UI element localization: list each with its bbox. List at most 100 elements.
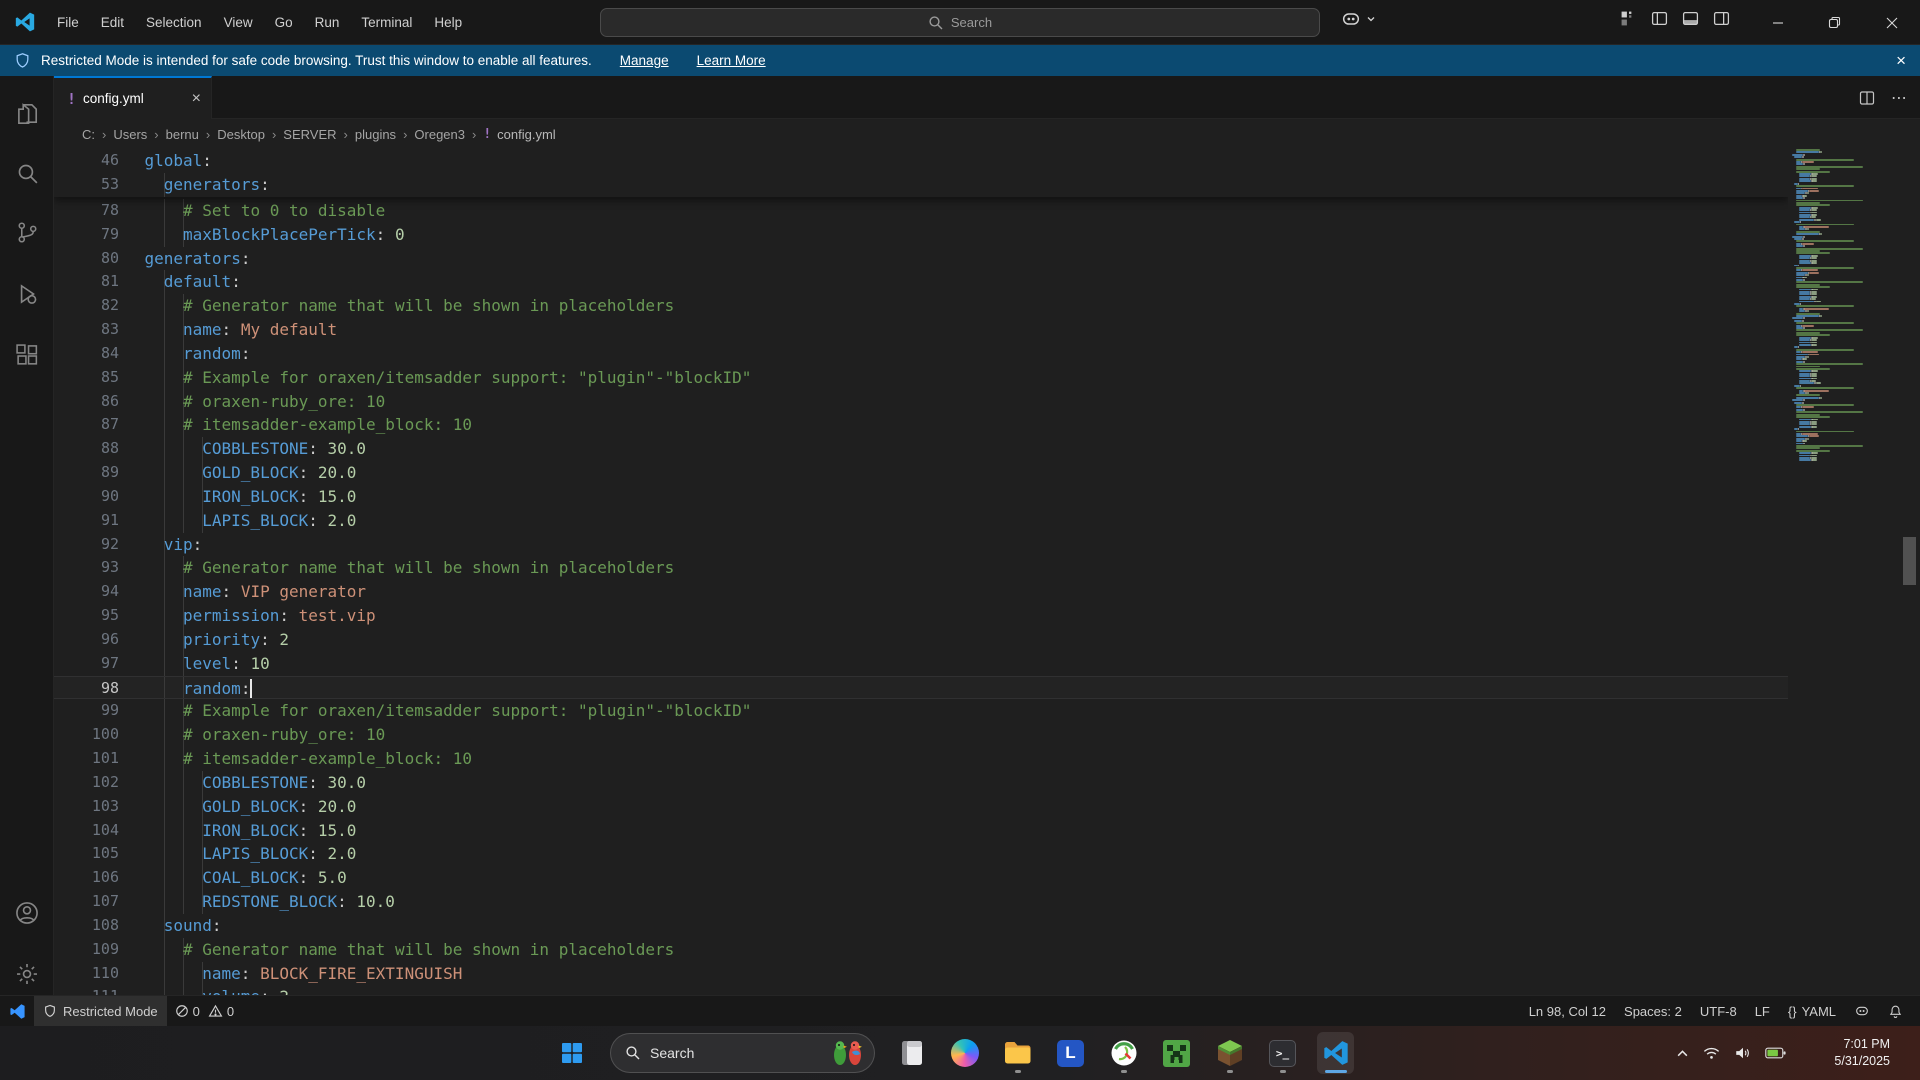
minimap[interactable] bbox=[1788, 149, 1898, 995]
code-line[interactable]: 82# Generator name that will be shown in… bbox=[54, 294, 1788, 318]
menu-terminal[interactable]: Terminal bbox=[350, 0, 423, 45]
menu-run[interactable]: Run bbox=[304, 0, 351, 45]
line-number[interactable]: 87 bbox=[54, 413, 119, 437]
line-number[interactable]: 90 bbox=[54, 485, 119, 509]
indentation-status[interactable]: Spaces: 2 bbox=[1615, 996, 1691, 1026]
line-number[interactable]: 110 bbox=[54, 962, 119, 986]
problems-status[interactable]: 0 0 bbox=[167, 996, 242, 1026]
line-number[interactable]: 102 bbox=[54, 771, 119, 795]
line-number[interactable]: 92 bbox=[54, 533, 119, 557]
code-line[interactable]: 89GOLD_BLOCK: 20.0 bbox=[54, 461, 1788, 485]
file-explorer-icon[interactable] bbox=[999, 1032, 1036, 1074]
code-line[interactable]: 53generators: bbox=[54, 173, 1788, 197]
line-number[interactable]: 81 bbox=[54, 270, 119, 294]
banner-close-icon[interactable]: × bbox=[1896, 51, 1906, 71]
source-control-icon[interactable] bbox=[0, 212, 54, 252]
tab-close-icon[interactable]: × bbox=[192, 91, 201, 107]
notes-app-icon[interactable] bbox=[893, 1032, 930, 1074]
code-line[interactable]: 85# Example for oraxen/itemsadder suppor… bbox=[54, 366, 1788, 390]
account-icon[interactable] bbox=[0, 893, 54, 933]
code-line[interactable]: 101# itemsadder-example_block: 10 bbox=[54, 747, 1788, 771]
breadcrumb-file[interactable]: config.yml bbox=[497, 127, 556, 142]
restricted-mode-status[interactable]: Restricted Mode bbox=[34, 996, 167, 1026]
code-line[interactable]: 92vip: bbox=[54, 533, 1788, 557]
line-number[interactable]: 53 bbox=[54, 173, 119, 197]
wifi-icon[interactable] bbox=[1702, 1045, 1721, 1061]
line-number[interactable]: 91 bbox=[54, 509, 119, 533]
code-line[interactable]: 84random: bbox=[54, 342, 1788, 366]
media-app-icon[interactable] bbox=[1105, 1032, 1142, 1074]
code-line[interactable]: 107REDSTONE_BLOCK: 10.0 bbox=[54, 890, 1788, 914]
line-number[interactable]: 106 bbox=[54, 866, 119, 890]
copilot-menu[interactable] bbox=[1340, 8, 1376, 30]
line-number[interactable]: 79 bbox=[54, 223, 119, 247]
menu-go[interactable]: Go bbox=[264, 0, 304, 45]
code-line[interactable]: 98random: bbox=[54, 676, 1788, 700]
learn-more-link[interactable]: Learn More bbox=[697, 53, 766, 68]
line-number[interactable]: 85 bbox=[54, 366, 119, 390]
line-number[interactable]: 80 bbox=[54, 247, 119, 271]
menu-selection[interactable]: Selection bbox=[135, 0, 213, 45]
copilot-app-icon[interactable] bbox=[946, 1032, 983, 1074]
line-number[interactable]: 89 bbox=[54, 461, 119, 485]
line-number[interactable]: 108 bbox=[54, 914, 119, 938]
code-editor[interactable]: 78# Set to 0 to disable79maxBlockPlacePe… bbox=[54, 149, 1788, 995]
explorer-icon[interactable] bbox=[0, 94, 54, 134]
code-line[interactable]: 100# oraxen-ruby_ore: 10 bbox=[54, 723, 1788, 747]
code-line[interactable]: 108sound: bbox=[54, 914, 1788, 938]
vscode-app-icon[interactable] bbox=[1317, 1032, 1354, 1074]
code-line[interactable]: 91LAPIS_BLOCK: 2.0 bbox=[54, 509, 1788, 533]
line-number[interactable]: 107 bbox=[54, 890, 119, 914]
taskbar-clock[interactable]: 7:01 PM 5/31/2025 bbox=[1834, 1026, 1890, 1080]
code-line[interactable]: 102COBBLESTONE: 30.0 bbox=[54, 771, 1788, 795]
code-line[interactable]: 81default: bbox=[54, 270, 1788, 294]
line-number[interactable]: 82 bbox=[54, 294, 119, 318]
code-line[interactable]: 94name: VIP generator bbox=[54, 580, 1788, 604]
tab-config-yml[interactable]: ! config.yml × bbox=[54, 76, 212, 119]
close-window-button[interactable] bbox=[1863, 0, 1920, 45]
line-number[interactable]: 111 bbox=[54, 985, 119, 995]
line-number[interactable]: 46 bbox=[54, 149, 119, 173]
code-line[interactable]: 46global: bbox=[54, 149, 1788, 173]
minecraft-grass-icon[interactable] bbox=[1211, 1032, 1248, 1074]
run-debug-icon[interactable] bbox=[0, 274, 54, 314]
menu-help[interactable]: Help bbox=[423, 0, 473, 45]
line-number[interactable]: 84 bbox=[54, 342, 119, 366]
code-line[interactable]: 97level: 10 bbox=[54, 652, 1788, 676]
line-number[interactable]: 101 bbox=[54, 747, 119, 771]
code-line[interactable]: 78# Set to 0 to disable bbox=[54, 199, 1788, 223]
code-line[interactable]: 95permission: test.vip bbox=[54, 604, 1788, 628]
taskbar-search[interactable]: Search bbox=[610, 1033, 875, 1073]
code-line[interactable]: 80generators: bbox=[54, 247, 1788, 271]
code-line[interactable]: 104IRON_BLOCK: 15.0 bbox=[54, 819, 1788, 843]
customize-layout-icon[interactable] bbox=[1620, 10, 1637, 27]
code-line[interactable]: 111volume: 2 bbox=[54, 985, 1788, 995]
line-number[interactable]: 109 bbox=[54, 938, 119, 962]
tray-expand-chevron-icon[interactable] bbox=[1676, 1047, 1689, 1060]
code-line[interactable]: 79maxBlockPlacePerTick: 0 bbox=[54, 223, 1788, 247]
toggle-panel-icon[interactable] bbox=[1682, 10, 1699, 27]
code-line[interactable]: 83name: My default bbox=[54, 318, 1788, 342]
code-line[interactable]: 110name: BLOCK_FIRE_EXTINGUISH bbox=[54, 962, 1788, 986]
code-line[interactable]: 87# itemsadder-example_block: 10 bbox=[54, 413, 1788, 437]
line-number[interactable]: 78 bbox=[54, 199, 119, 223]
remote-indicator[interactable] bbox=[0, 996, 34, 1026]
search-sidebar-icon[interactable] bbox=[0, 153, 54, 193]
line-number[interactable]: 100 bbox=[54, 723, 119, 747]
code-line[interactable]: 86# oraxen-ruby_ore: 10 bbox=[54, 390, 1788, 414]
code-line[interactable]: 96priority: 2 bbox=[54, 628, 1788, 652]
line-number[interactable]: 88 bbox=[54, 437, 119, 461]
start-button[interactable] bbox=[558, 1039, 586, 1067]
code-line[interactable]: 88COBBLESTONE: 30.0 bbox=[54, 437, 1788, 461]
breadcrumb-item[interactable]: plugins bbox=[355, 127, 396, 142]
line-number[interactable]: 93 bbox=[54, 556, 119, 580]
copilot-status[interactable] bbox=[1845, 996, 1879, 1026]
creeper-app-icon[interactable] bbox=[1158, 1032, 1195, 1074]
line-number[interactable]: 98 bbox=[54, 677, 119, 701]
menu-file[interactable]: File bbox=[46, 0, 90, 45]
libreoffice-icon[interactable]: L bbox=[1052, 1032, 1089, 1074]
toggle-secondary-sidebar-icon[interactable] bbox=[1713, 10, 1730, 27]
settings-gear-icon[interactable] bbox=[0, 954, 54, 994]
breadcrumb-item[interactable]: Desktop bbox=[217, 127, 265, 142]
command-center-search[interactable]: Search bbox=[600, 8, 1320, 37]
